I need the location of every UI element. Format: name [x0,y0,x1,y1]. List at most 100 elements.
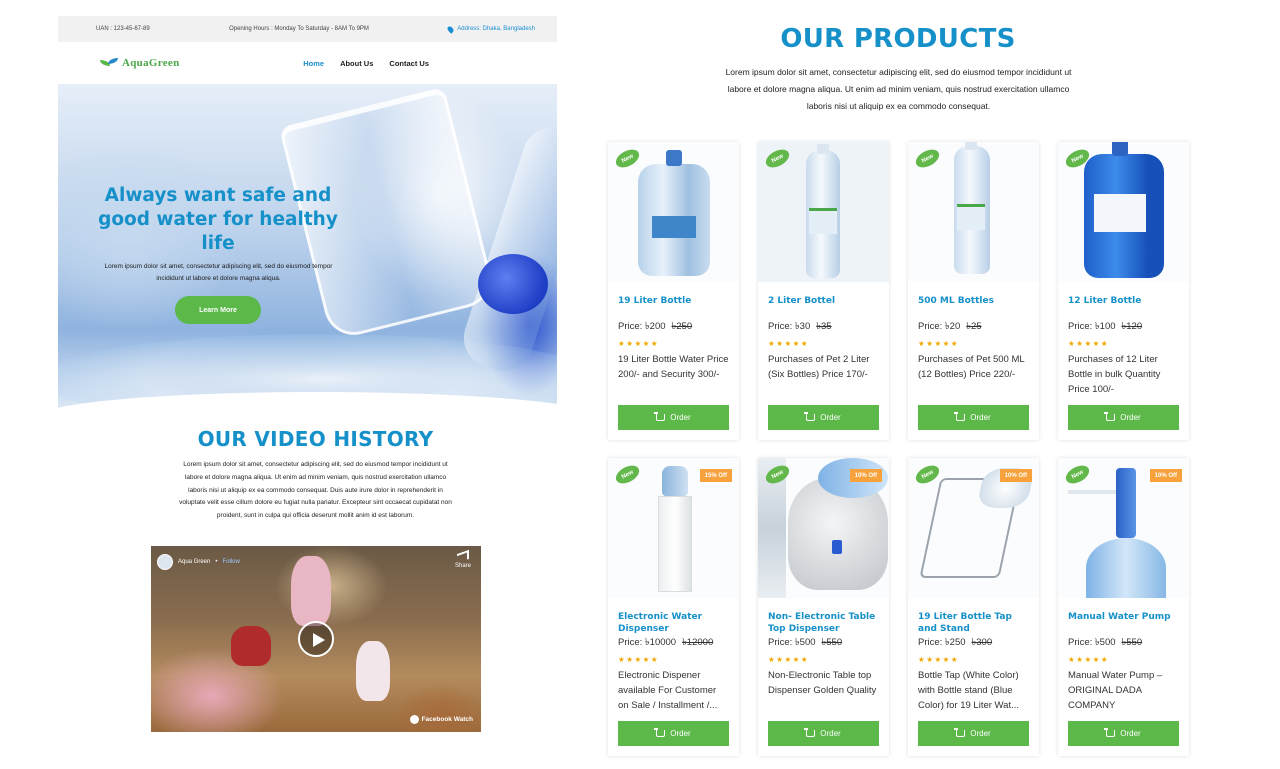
address: Address: Dhaka, Bangladesh [446,24,535,34]
product-description: Electronic Dispener available For Custom… [618,670,718,711]
order-button[interactable]: Order [1068,721,1179,746]
product-card[interactable]: New 19 Liter Bottle Price: ৳200 ৳250 ★★★★… [608,142,739,440]
product-name[interactable]: 500 ML Bottles [918,295,1029,319]
brand-logo[interactable]: AquaGreen [100,57,180,69]
order-button[interactable]: Order [618,405,729,430]
product-name[interactable]: 12 Liter Bottle [1068,295,1179,319]
facebook-watch-link[interactable]: Facebook Watch [409,715,473,724]
product-card[interactable]: New 10% Off 19 Liter Bottle Tap and Stan… [908,458,1039,756]
share-label: Share [454,563,471,569]
product-name[interactable]: Electronic Water Dispenser [618,611,729,635]
page-name[interactable]: Aqua Green [178,559,210,565]
video-scene [356,641,390,701]
leaf-logo-icon [100,58,118,68]
product-name[interactable]: 2 Liter Bottel [768,295,879,319]
blue-jug-image [1084,142,1164,278]
product-image[interactable]: New [1058,142,1189,282]
new-badge: New [912,146,943,171]
logo-text: AquaGreen [122,57,180,69]
new-badge: New [1062,462,1093,487]
tap-and-stand-image [919,478,1021,578]
old-price: ৳35 [816,321,832,332]
cart-icon [654,412,666,421]
rating-stars-icon: ★★★★★ [1068,655,1110,664]
hero-banner: Always want safe and good water for heal… [58,84,557,412]
product-description: Purchases of Pet 500 ML (12 Bottles) Pri… [918,354,1025,380]
order-button[interactable]: Order [768,721,879,746]
product-image[interactable]: New 15% Off [608,458,739,598]
new-badge: New [612,146,643,171]
hero-text: Lorem ipsum dolor sit amet, consectetur … [104,263,333,282]
discount-badge: 15% Off [699,469,732,482]
share-button[interactable]: Share [454,549,471,569]
nav-item-home[interactable]: Home [303,59,324,68]
product-card[interactable]: New 2 Liter Bottel Price: ৳30 ৳35 ★★★★★ P… [758,142,889,440]
share-icon [456,549,469,564]
bottle-cap-image [478,254,548,314]
video-section-description: Lorem ipsum dolor sit amet, consectetur … [179,461,452,520]
water-jug-image [638,150,710,276]
learn-more-button[interactable]: Learn More [175,296,261,324]
product-price: Price: ৳10000 ৳12000 [618,637,714,648]
product-image[interactable]: New 10% Off [758,458,889,598]
old-price: ৳120 [1121,321,1143,332]
product-price: Price: ৳250 ৳300 [918,637,993,648]
discount-badge: 10% Off [1149,469,1182,482]
cart-icon [1104,728,1116,737]
product-price: Price: ৳500 ৳550 [768,637,843,648]
product-card[interactable]: New 10% Off Manual Water Pump Price: ৳50… [1058,458,1189,756]
main-nav: AquaGreen Home About Us Contact Us [58,42,557,84]
product-name[interactable]: Non- Electronic Table Top Dispenser [768,611,879,635]
product-price: Price: ৳30 ৳35 [768,321,832,332]
cart-icon [804,412,816,421]
video-scene [291,556,331,626]
product-image[interactable]: New [908,142,1039,282]
cart-icon [804,728,816,737]
product-image[interactable]: New [608,142,739,282]
follow-link[interactable]: Follow [222,559,239,565]
page-avatar[interactable] [157,554,173,570]
product-card[interactable]: New 12 Liter Bottle Price: ৳100 ৳120 ★★★★… [1058,142,1189,440]
product-card[interactable]: New 500 ML Bottles Price: ৳20 ৳25 ★★★★★ P… [908,142,1039,440]
play-icon[interactable] [298,621,334,657]
product-name[interactable]: 19 Liter Bottle [618,295,729,319]
product-name[interactable]: Manual Water Pump [1068,611,1179,635]
facebook-video-player[interactable]: Aqua Green • Follow Share Facebook Watch [151,546,481,732]
water-pump-image [1068,468,1136,538]
product-price: Price: ৳100 ৳120 [1068,321,1143,332]
product-name[interactable]: 19 Liter Bottle Tap and Stand [918,611,1029,635]
order-button[interactable]: Order [618,721,729,746]
video-scene [231,626,271,666]
old-price: ৳12000 [682,637,714,648]
video-section-title: OUR VIDEO HISTORY [197,427,434,451]
rating-stars-icon: ★★★★★ [918,655,960,664]
product-description: Non-Electronic Table top Dispenser Golde… [768,670,877,696]
new-badge: New [762,146,793,171]
order-button[interactable]: Order [1068,405,1179,430]
product-card[interactable]: New 10% Off Non- Electronic Table Top Di… [758,458,889,756]
pump-bottle-image [1086,538,1166,598]
product-image[interactable]: New 10% Off [908,458,1039,598]
product-image[interactable]: New 10% Off [1058,458,1189,598]
old-price: ৳550 [1121,637,1143,648]
cart-icon [654,728,666,737]
old-price: ৳25 [966,321,982,332]
nav-item-contact-us[interactable]: Contact Us [389,59,429,68]
product-card[interactable]: New 15% Off Electronic Water Dispenser P… [608,458,739,756]
order-button[interactable]: Order [918,405,1029,430]
cart-icon [1104,412,1116,421]
product-description: Bottle Tap (White Color) with Bottle sta… [918,670,1020,711]
old-price: ৳550 [821,637,843,648]
nav-item-about-us[interactable]: About Us [340,59,373,68]
opening-hours-text: Opening Hours : Monday To Saturday - 8AM… [229,26,369,32]
order-button[interactable]: Order [918,721,1029,746]
discount-badge: 10% Off [849,469,882,482]
product-image[interactable]: New [758,142,889,282]
rating-stars-icon: ★★★★★ [918,339,960,348]
top-info-bar: UAN : 123-45-67-89 Opening Hours : Monda… [58,16,557,42]
rating-stars-icon: ★★★★★ [768,655,810,664]
hero-heading: Always want safe and good water for heal… [98,185,338,254]
order-button[interactable]: Order [768,405,879,430]
video-header: Aqua Green • Follow [157,554,240,570]
new-badge: New [612,462,643,487]
